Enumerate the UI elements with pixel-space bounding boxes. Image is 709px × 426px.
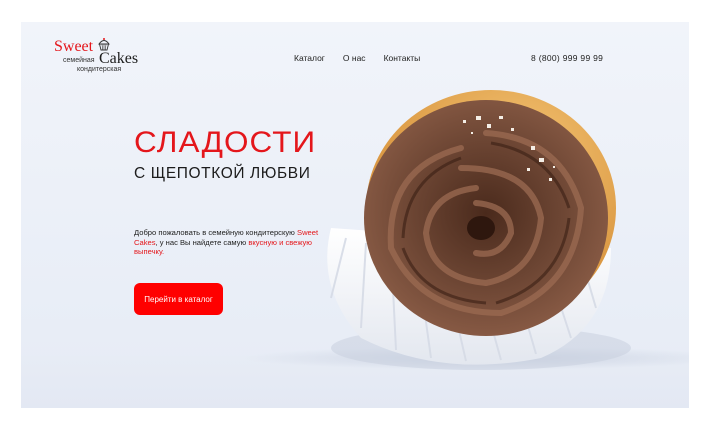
nav-item-contacts[interactable]: Контакты bbox=[384, 53, 421, 63]
main-nav: Каталог О нас Контакты bbox=[294, 53, 420, 63]
desc-text-1: Добро пожаловать в семейную кондитерскую bbox=[134, 228, 297, 237]
logo-tagline-2: кондитерская bbox=[77, 66, 122, 73]
nav-item-catalog[interactable]: Каталог bbox=[294, 53, 325, 63]
cupcake-image bbox=[327, 90, 631, 370]
hero-description: Добро пожаловать в семейную кондитерскую… bbox=[134, 228, 319, 257]
hero-section: Sweet Cakes семейная кондитерская Катало… bbox=[21, 22, 689, 408]
logo-tagline-1: семейная bbox=[63, 57, 95, 64]
nav-item-about[interactable]: О нас bbox=[343, 53, 366, 63]
phone-number[interactable]: 8 (800) 999 99 99 bbox=[531, 53, 603, 63]
logo[interactable]: Sweet Cakes семейная кондитерская bbox=[54, 38, 174, 84]
desc-text-2: , у нас Вы найдете самую bbox=[155, 237, 249, 247]
hero-subtitle: С ЩЕПОТКОЙ ЛЮБВИ bbox=[134, 165, 311, 182]
logo-word-sweet: Sweet bbox=[54, 38, 94, 55]
frosting bbox=[364, 100, 608, 336]
hero-title: СЛАДОСТИ bbox=[134, 126, 317, 159]
go-to-catalog-button[interactable]: Перейти в каталог bbox=[134, 283, 223, 315]
